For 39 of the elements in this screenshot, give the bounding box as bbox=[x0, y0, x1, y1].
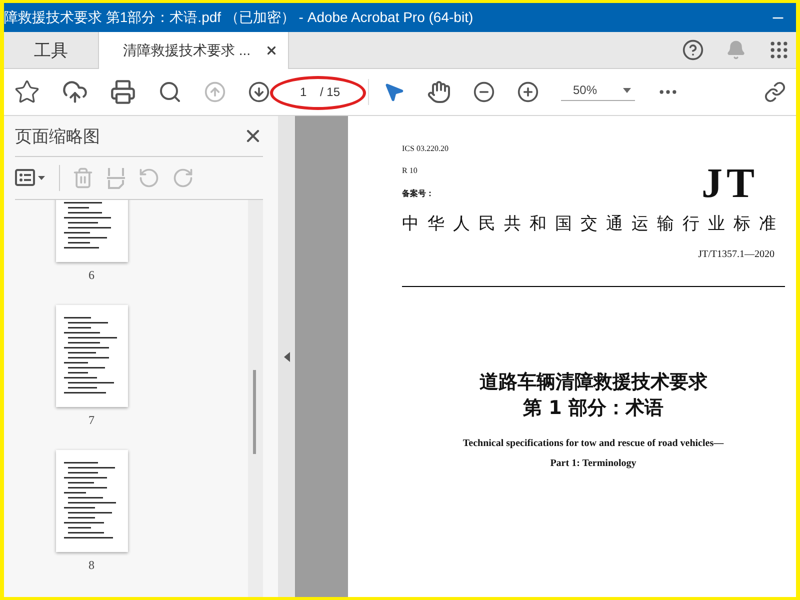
help-icon[interactable] bbox=[682, 39, 704, 61]
apps-grid-icon[interactable] bbox=[768, 39, 790, 61]
class-code: R 10 bbox=[402, 166, 418, 175]
document-title: 道路车辆清障救援技术要求 bbox=[478, 370, 708, 395]
page-number: 8 bbox=[88, 558, 94, 573]
zoom-dropdown[interactable]: 50% bbox=[561, 83, 635, 101]
zoom-in-icon[interactable] bbox=[517, 81, 539, 103]
collapse-handle[interactable] bbox=[278, 116, 296, 597]
page-number: 7 bbox=[88, 413, 94, 428]
english-title: Technical specifications for tow and rescue of road vehicles— bbox=[462, 438, 725, 449]
standard-name: 中华人民共和国交通运输行业标准 bbox=[402, 213, 784, 235]
hand-icon[interactable] bbox=[427, 80, 451, 104]
standard-code: JT/T1357.1—2020 bbox=[698, 249, 774, 260]
panel-title: 页面缩略图 bbox=[15, 126, 100, 148]
document-title: 第 1 部分：术语 bbox=[522, 396, 664, 421]
page-total: / 15 bbox=[320, 85, 340, 99]
english-title: Part 1: Terminology bbox=[549, 458, 638, 469]
window-title: 障救援技术要求 第1部分：术语.pdf （已加密） - Adobe Acrobat Pro (64-bit) bbox=[4, 8, 474, 26]
zoom-out-icon[interactable] bbox=[473, 81, 495, 103]
scrollbar[interactable] bbox=[248, 200, 263, 597]
standard-logo: JT bbox=[701, 160, 758, 208]
tab[interactable]: 清障救援技术要求 ... bbox=[99, 32, 289, 69]
page-thumbnail[interactable] bbox=[56, 450, 128, 552]
cloud-upload-icon[interactable] bbox=[62, 79, 88, 105]
search-icon[interactable] bbox=[158, 80, 182, 104]
print-icon[interactable] bbox=[110, 79, 136, 105]
star-icon[interactable] bbox=[14, 79, 40, 105]
page-number: 6 bbox=[88, 268, 94, 283]
pointer-icon[interactable] bbox=[383, 81, 405, 103]
ics-code: ICS 03.220.20 bbox=[402, 144, 450, 153]
link-icon[interactable] bbox=[764, 81, 786, 103]
page-number-field[interactable]: 1 bbox=[300, 85, 312, 99]
arrow-down-icon[interactable] bbox=[248, 81, 270, 103]
list-view-icon[interactable] bbox=[15, 169, 47, 187]
caret-icon bbox=[623, 88, 631, 92]
page-thumbnail[interactable] bbox=[56, 305, 128, 407]
collapse-arrow-icon bbox=[284, 352, 290, 362]
close-icon[interactable] bbox=[264, 44, 278, 57]
record-label: 备案号： bbox=[402, 188, 435, 199]
